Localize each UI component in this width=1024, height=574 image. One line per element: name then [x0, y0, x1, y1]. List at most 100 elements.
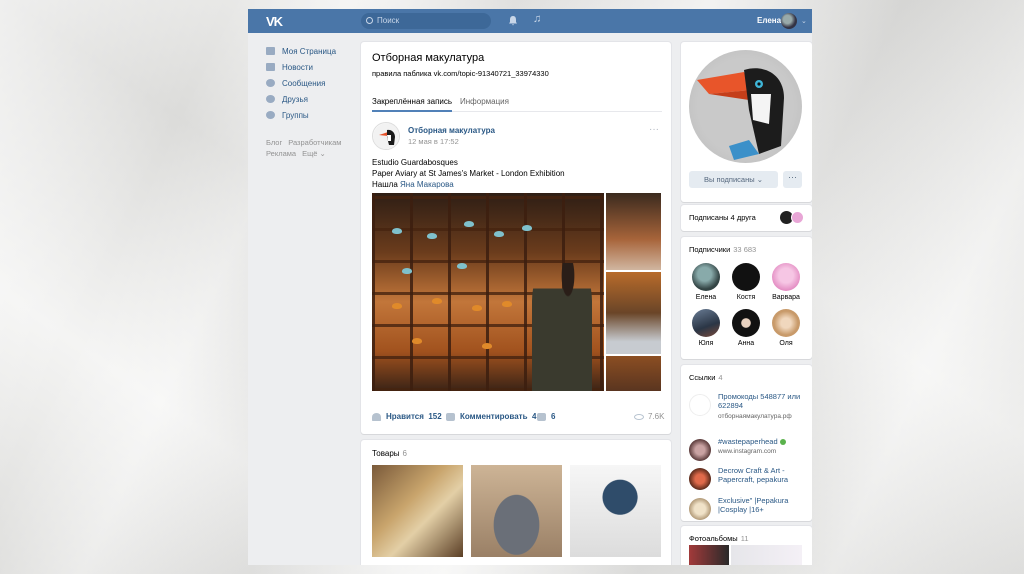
- post-author[interactable]: Отборная макулатура: [408, 126, 495, 135]
- subscriber[interactable]: Анна: [729, 309, 763, 347]
- visitors-figure: [532, 263, 592, 391]
- post-text: Estudio Guardabosques Paper Aviary at St…: [372, 157, 565, 190]
- comment-icon: [446, 412, 455, 421]
- subscribers-header[interactable]: Подписчики 33 683: [689, 245, 756, 254]
- user-avatar[interactable]: [781, 13, 797, 29]
- music-icon[interactable]: ♫: [533, 13, 541, 25]
- sidebar-footer: Блог Разработчикам Реклама Ещё ⌄: [266, 137, 356, 159]
- bird-figure: [392, 228, 402, 234]
- post-photo-4[interactable]: [606, 356, 661, 391]
- views-counter: 7.6K: [634, 412, 664, 421]
- comments-count: 4: [531, 412, 537, 421]
- subscriber[interactable]: Оля: [769, 309, 803, 347]
- comment-button[interactable]: Комментировать 4: [446, 412, 536, 421]
- link-thumb: [689, 394, 711, 416]
- sidebar-item-groups[interactable]: Группы: [266, 107, 356, 123]
- group-avatar-card: Вы подписаны ⌄ ···: [681, 42, 812, 202]
- sidebar-item-news[interactable]: Новости: [266, 59, 356, 75]
- top-bar: VK Поиск ♫ Елена ⌄: [248, 9, 812, 33]
- user-name[interactable]: Елена: [757, 16, 781, 25]
- goods-item[interactable]: [570, 465, 661, 557]
- tabs: Закреплённая запись Информация: [372, 92, 662, 112]
- link-thumb: [689, 439, 711, 461]
- sidebar: Моя Страница Новости Сообщения Друзья Гр…: [266, 43, 356, 159]
- messages-icon: [266, 79, 275, 87]
- friend-avatar: [791, 211, 804, 224]
- goods-header[interactable]: Товары 6: [372, 449, 407, 458]
- chevron-down-icon[interactable]: ⌄: [801, 17, 807, 25]
- subscriber[interactable]: Варвара: [769, 263, 803, 301]
- post-photo-3[interactable]: [606, 272, 661, 354]
- bird-figure: [427, 233, 437, 239]
- page-title: Отборная макулатура: [372, 52, 485, 64]
- sidebar-item-friends[interactable]: Друзья: [266, 91, 356, 107]
- link-item[interactable]: #wastepaperhead www.instagram.com: [689, 437, 807, 461]
- subscriber[interactable]: Елена: [689, 263, 723, 301]
- footer-link-developers[interactable]: Разработчикам: [288, 138, 341, 147]
- search-placeholder: Поиск: [377, 16, 400, 25]
- post-date[interactable]: 12 мая в 17:52: [408, 137, 459, 146]
- vk-window: VK Поиск ♫ Елена ⌄ Моя Страница Новости …: [248, 9, 812, 565]
- sidebar-item-messages[interactable]: Сообщения: [266, 75, 356, 91]
- bird-figure: [494, 231, 504, 237]
- sidebar-item-my-page[interactable]: Моя Страница: [266, 43, 356, 59]
- like-button[interactable]: Нравится 152: [372, 412, 442, 421]
- group-avatar[interactable]: [689, 50, 802, 163]
- search-input[interactable]: Поиск: [361, 13, 491, 29]
- more-button[interactable]: ···: [783, 171, 802, 188]
- likes-count: 152: [428, 412, 442, 421]
- goods-item[interactable]: [372, 465, 463, 557]
- home-icon: [266, 47, 275, 55]
- avatar: [772, 309, 800, 337]
- tab-pinned[interactable]: Закреплённая запись: [372, 97, 452, 106]
- avatar: [692, 309, 720, 337]
- share-button[interactable]: 6: [537, 412, 555, 421]
- bird-figure: [472, 305, 482, 311]
- subscriber[interactable]: Юля: [689, 309, 723, 347]
- shares-count: 6: [551, 412, 556, 421]
- footer-link-blog[interactable]: Блог: [266, 138, 282, 147]
- subscriber[interactable]: Костя: [729, 263, 763, 301]
- eye-icon: [634, 413, 644, 420]
- link-item[interactable]: Промокоды 548877 или 622894 отборнаямаку…: [689, 392, 807, 422]
- post-photo-2[interactable]: [606, 193, 661, 270]
- post-menu-icon[interactable]: ···: [649, 124, 659, 135]
- link-item[interactable]: Exclusive" |Pepakura |Cosplay |16+: [689, 496, 807, 520]
- post-found-link[interactable]: Яна Макарова: [400, 180, 454, 189]
- post-photo-main[interactable]: [372, 193, 604, 391]
- link-thumb: [689, 498, 711, 520]
- post-line-1: Estudio Guardabosques: [372, 158, 458, 167]
- bell-icon[interactable]: [508, 15, 518, 26]
- bird-figure: [502, 301, 512, 307]
- vk-logo[interactable]: VK: [266, 14, 283, 29]
- avatar: [732, 263, 760, 291]
- albums-card: Фотоальбомы 11: [681, 526, 812, 565]
- post-author-avatar[interactable]: [372, 122, 400, 150]
- links-header[interactable]: Ссылки 4: [689, 373, 723, 382]
- subscribed-button[interactable]: Вы подписаны ⌄: [689, 171, 778, 188]
- footer-link-ads[interactable]: Реклама: [266, 149, 296, 158]
- album-thumb[interactable]: [689, 545, 729, 565]
- link-item[interactable]: Decrow Craft & Art - Papercraft, pepakur…: [689, 466, 807, 490]
- bird-figure: [522, 225, 532, 231]
- albums-header[interactable]: Фотоальбомы 11: [689, 534, 749, 543]
- avatar: [772, 263, 800, 291]
- group-status[interactable]: правила паблика vk.com/topic-91340721_33…: [372, 69, 549, 78]
- bird-figure: [464, 221, 474, 227]
- group-card: Отборная макулатура правила паблика vk.c…: [361, 42, 671, 434]
- bird-figure: [392, 303, 402, 309]
- post-actions: Нравится 152 Комментировать 4 6 7.6K: [372, 410, 664, 424]
- goods-item[interactable]: [471, 465, 562, 557]
- bird-figure: [412, 338, 422, 344]
- friends-subscribed-label: Подписаны 4 друга: [689, 213, 756, 222]
- friends-icon: [266, 95, 275, 103]
- footer-link-more[interactable]: Ещё ⌄: [302, 149, 326, 158]
- bird-figure: [482, 343, 492, 349]
- news-icon: [266, 63, 275, 71]
- tab-indicator: [372, 110, 452, 112]
- search-icon: [366, 17, 373, 24]
- album-thumb[interactable]: [731, 545, 802, 565]
- share-icon: [537, 412, 546, 421]
- tab-info[interactable]: Информация: [460, 97, 509, 106]
- friends-subscribed-card[interactable]: Подписаны 4 друга: [681, 205, 812, 231]
